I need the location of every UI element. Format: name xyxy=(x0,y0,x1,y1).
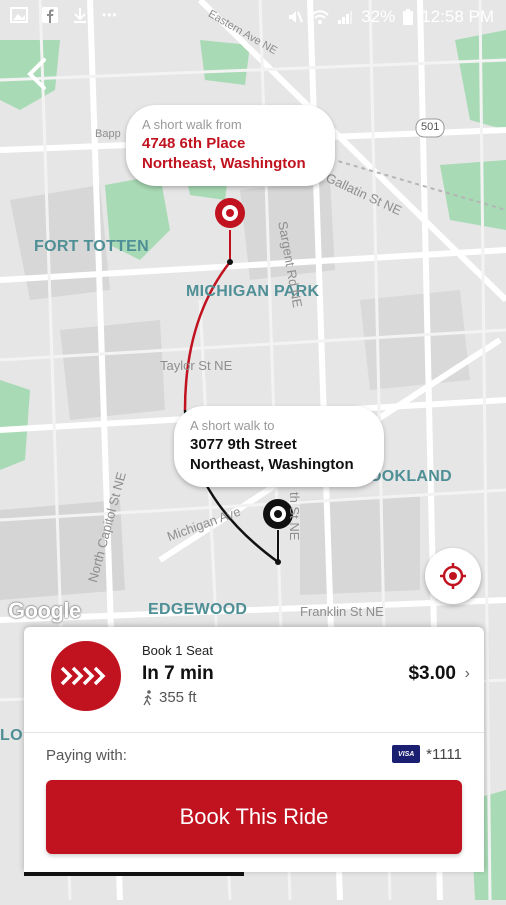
locate-me-button[interactable] xyxy=(425,548,481,604)
chevron-right-icon: › xyxy=(464,665,470,682)
neighborhood-label: OOKLAND xyxy=(369,468,452,485)
mute-icon xyxy=(289,11,304,23)
dropoff-prefix: A short walk to xyxy=(190,418,275,433)
pickup-pin-icon xyxy=(215,198,245,228)
neighborhood-label: EDGEWOOD xyxy=(148,601,248,618)
pickup-callout[interactable]: A short walk from 4748 6th Place Northea… xyxy=(126,105,335,186)
google-logo: Google xyxy=(8,598,81,623)
paying-with-label: Paying with: xyxy=(46,747,127,764)
ride-booking-sheet: Book 1 Seat In 7 min 355 ft $3.00 › Payi… xyxy=(24,627,484,872)
payment-method[interactable]: VISA *1111 xyxy=(392,745,462,763)
dropoff-address-line1: 3077 9th Street xyxy=(190,436,297,453)
ride-price: $3.00 xyxy=(408,663,456,684)
book-ride-button[interactable]: Book This Ride xyxy=(46,780,462,854)
wifi-icon xyxy=(311,10,329,24)
walk-info: 355 ft xyxy=(142,689,197,706)
visa-card-icon: VISA xyxy=(392,745,421,763)
neighborhood-label: FORT TOTTEN xyxy=(34,238,149,255)
route-shield-label: 501 xyxy=(421,121,440,133)
pickup-address-line1: 4748 6th Place xyxy=(142,135,246,152)
download-icon xyxy=(74,8,86,23)
street-label: Bapp xyxy=(95,128,121,140)
street-label: Franklin St NE xyxy=(300,604,384,619)
pickup-prefix: A short walk from xyxy=(142,117,242,132)
street-label: Taylor St NE xyxy=(160,358,233,373)
chevrons-icon xyxy=(60,666,106,686)
walking-person-icon xyxy=(143,689,152,705)
walk-distance: 355 ft xyxy=(159,689,197,706)
battery-percent: 32% xyxy=(361,7,396,26)
back-arrow-icon xyxy=(27,58,46,90)
pickup-eta: In 7 min xyxy=(142,663,214,684)
dropoff-callout[interactable]: A short walk to 3077 9th Street Northeas… xyxy=(174,406,384,487)
dropoff-address-line2: Northeast, Washington xyxy=(190,456,354,473)
divider xyxy=(24,732,484,733)
ride-option-row[interactable]: Book 1 Seat In 7 min 355 ft $3.00 › xyxy=(24,627,484,727)
card-last4: *1111 xyxy=(426,745,462,763)
pickup-address-line2: Northeast, Washington xyxy=(142,155,306,172)
back-button[interactable] xyxy=(22,56,54,92)
street-label: th St NE xyxy=(287,492,302,541)
facebook-icon xyxy=(42,7,58,23)
clock: 12:58 PM xyxy=(421,7,494,26)
ride-type: Book 1 Seat xyxy=(142,643,213,658)
park-area xyxy=(200,40,250,85)
more-notifications-icon: ••• xyxy=(102,8,118,22)
neighborhood-label: LO xyxy=(0,727,23,744)
image-icon xyxy=(10,7,28,23)
ride-logo xyxy=(51,641,121,711)
status-bar: ••• 32% 12:58 PM xyxy=(0,0,506,36)
battery-icon xyxy=(403,9,414,25)
signal-icon xyxy=(338,11,353,24)
locate-icon xyxy=(440,563,466,589)
home-indicator xyxy=(24,872,244,876)
